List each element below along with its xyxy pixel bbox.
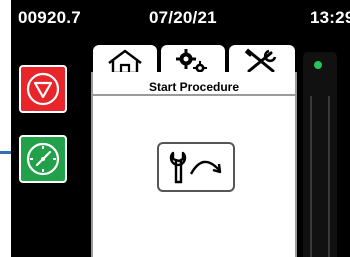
status-led bbox=[314, 61, 322, 69]
level-gauge bbox=[303, 52, 337, 257]
gauge-dial-icon bbox=[26, 142, 60, 176]
stop-octagon-icon bbox=[26, 72, 60, 106]
procedure-panel: Start Procedure bbox=[91, 72, 297, 257]
status-bar: 00920.7 07/20/21 13:29 bbox=[18, 0, 350, 40]
diagnostics-button[interactable] bbox=[19, 135, 67, 183]
start-procedure-button[interactable] bbox=[157, 142, 235, 192]
stop-button[interactable] bbox=[19, 65, 67, 113]
odometer-value: 00920.7 bbox=[18, 8, 81, 27]
panel-title: Start Procedure bbox=[148, 80, 240, 94]
gauge-track bbox=[310, 96, 330, 257]
time-value: 13:29 bbox=[310, 8, 350, 27]
panel-divider bbox=[93, 94, 295, 96]
date-value: 07/20/21 bbox=[149, 8, 217, 27]
wrench-arrow-icon bbox=[169, 151, 222, 184]
